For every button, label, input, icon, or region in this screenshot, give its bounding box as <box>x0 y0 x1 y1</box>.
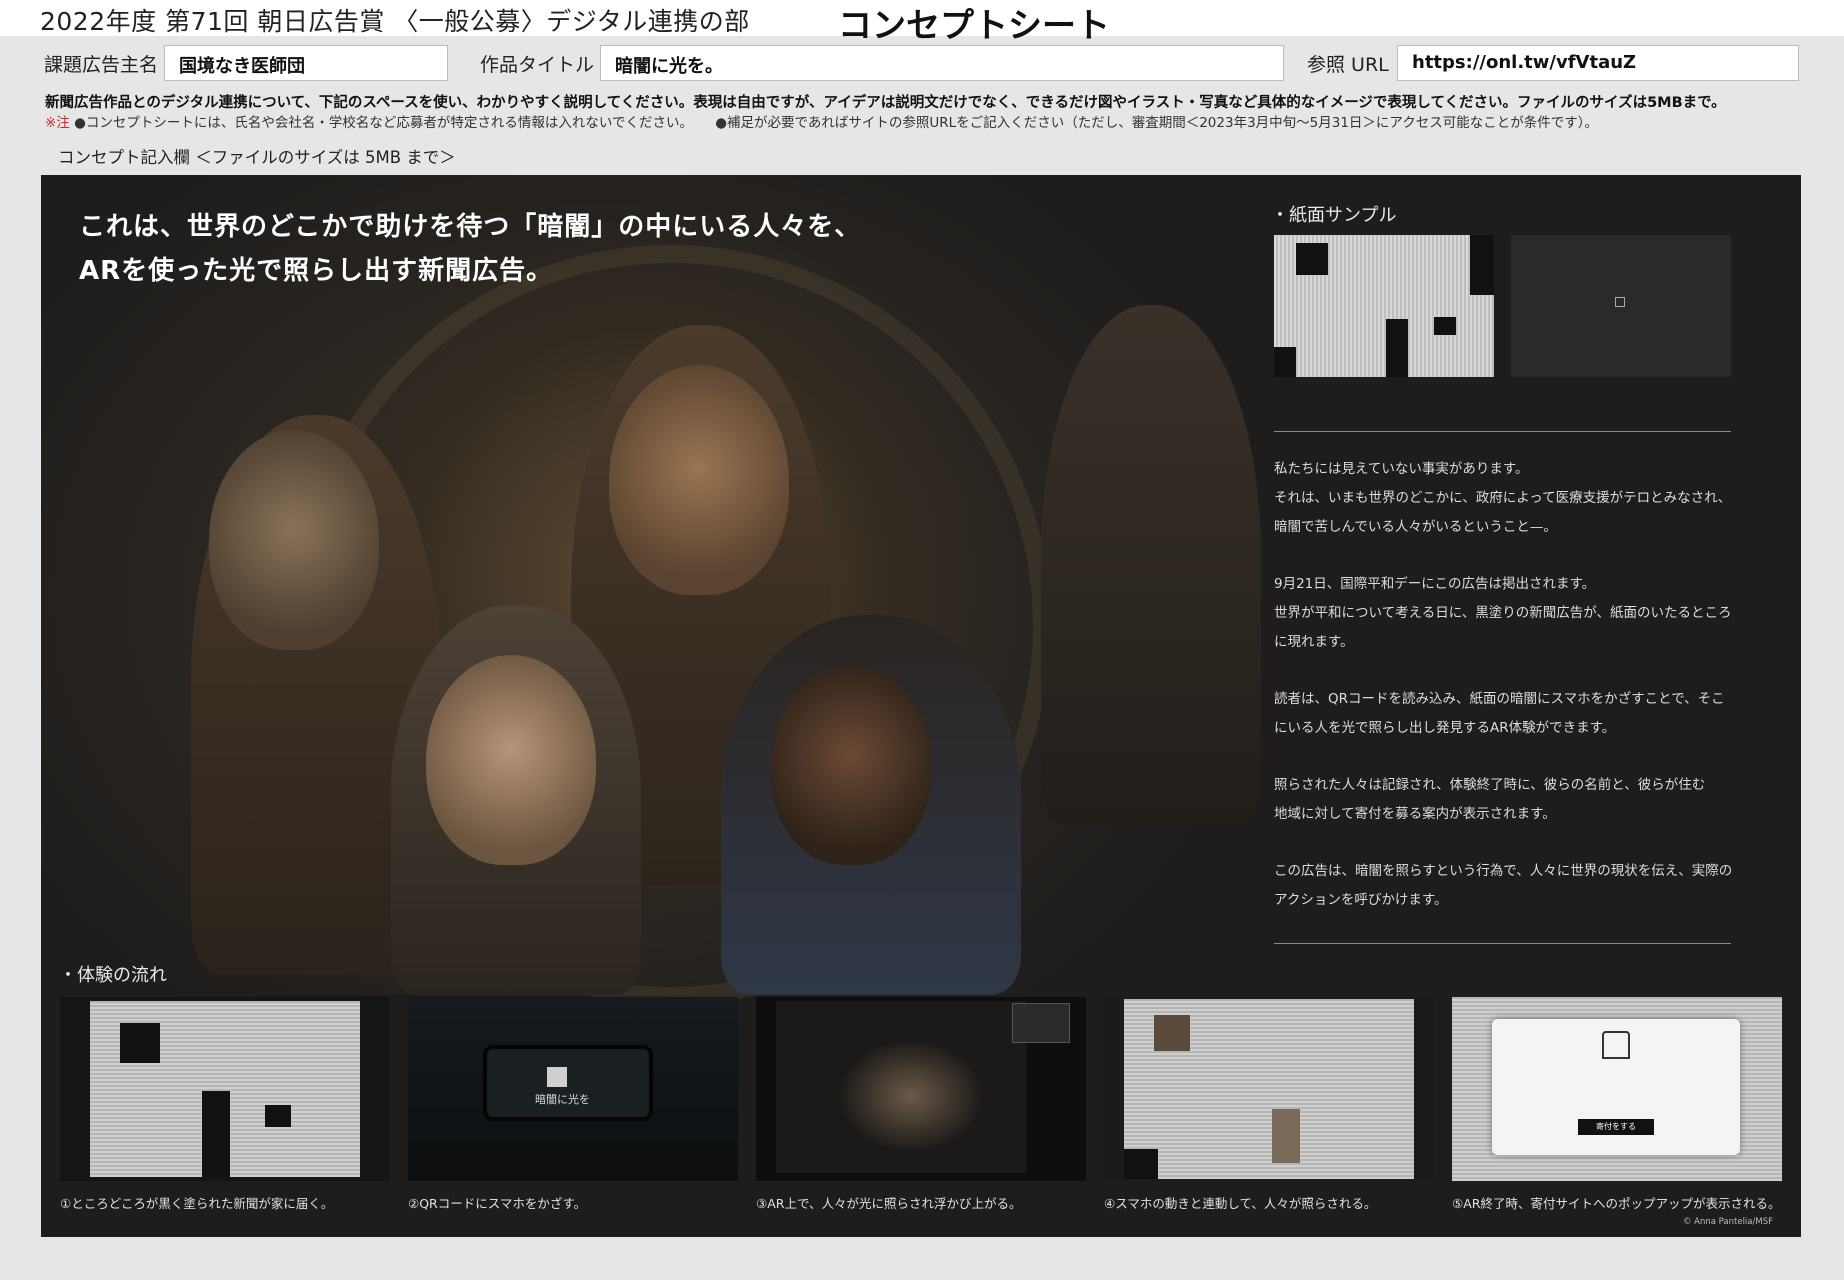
ar-illuminated-scene <box>776 1001 1026 1173</box>
description: 私たちには見えていない事実があります。 それは、いまも世界のどこかに、政府によっ… <box>1274 455 1744 943</box>
step-5-image: 寄付をする <box>1452 997 1782 1181</box>
step-4-caption: ④スマホの動きと連動して、人々が照らされる。 <box>1104 1196 1377 1211</box>
black-block <box>1124 1149 1158 1179</box>
step-2-image: 暗闇に光を <box>408 997 738 1181</box>
black-block <box>265 1105 291 1127</box>
description-line: 読者は、QRコードを読み込み、紙面の暗闇にスマホをかざすことで、そこ <box>1274 691 1725 707</box>
black-block <box>202 1091 230 1177</box>
headline-line-2: ARを使った光で照らし出す新聞広告。 <box>79 256 554 286</box>
blackout-sample-page <box>1511 235 1731 377</box>
black-block <box>120 1023 160 1063</box>
donation-popup: 寄付をする <box>1492 1019 1740 1155</box>
headline-line-1: これは、世界のどこかで助けを待つ「暗闇」の中にいる人々を、 <box>79 212 862 242</box>
phone-inset <box>1012 1003 1070 1043</box>
woman-face <box>209 430 379 650</box>
black-block <box>1470 235 1494 295</box>
smartphone: 暗闇に光を <box>483 1045 653 1121</box>
note-1: ●コンセプトシートには、氏名や会社名・学校名など応募者が特定される情報は入れない… <box>74 115 693 131</box>
note-2: ●補足が必要であればサイトの参照URLをご記入ください（ただし、審査期間＜202… <box>715 115 1598 131</box>
step-3-image <box>756 997 1086 1181</box>
notes: ※注 ●コンセプトシートには、氏名や会社名・学校名など応募者が特定される情報は入… <box>45 111 1835 131</box>
description-line: にいる人を光で照らし出し発見するAR体験ができます。 <box>1274 720 1616 736</box>
sample-title: ・紙面サンプル <box>1271 205 1397 226</box>
sheet-title: 2022年度 第71回 朝日広告賞 〈一般公募〉デジタル連携の部 <box>40 7 750 36</box>
work-title-label: 作品タイトル <box>480 54 595 76</box>
black-block <box>1296 243 1328 275</box>
flow-step-4: ④スマホの動きと連動して、人々が照らされる。 <box>1104 997 1434 1212</box>
header-bar: 2022年度 第71回 朝日広告賞 〈一般公募〉デジタル連携の部 コンセプトシー… <box>0 0 1844 46</box>
description-line: 9月21日、国際平和デーにこの広告は掲出されます。 <box>1274 576 1596 592</box>
flow-step-3: ③AR上で、人々が光に照らされ浮かび上がる。 <box>756 997 1086 1212</box>
reference-url-label: 参照 URL <box>1307 54 1389 76</box>
girl-face <box>609 365 789 595</box>
description-line: 照らされた人々は記録され、体験終了時に、彼らの名前と、彼らが住む <box>1274 777 1706 793</box>
divider-bottom <box>1274 943 1731 944</box>
flow-step-1: ①ところどころが黒く塗られた新聞が家に届く。 <box>60 997 390 1212</box>
description-line: 暗闇で苦しんでいる人々がいるということ—。 <box>1274 519 1557 535</box>
step-3-caption: ③AR上で、人々が光に照らされ浮かび上がる。 <box>756 1196 1022 1211</box>
instruction-text: 新聞広告作品とのデジタル連携について、下記のスペースを使い、わかりやすく説明して… <box>45 95 1726 111</box>
logo-mark-icon <box>1615 297 1625 307</box>
photo-patch <box>1272 1109 1300 1163</box>
description-line: それは、いまも世界のどこかに、政府によって医療支援がテロとみなされ、 <box>1274 490 1732 506</box>
qr-code-icon <box>547 1067 567 1087</box>
black-block <box>1386 319 1408 377</box>
headline: これは、世界のどこかで助けを待つ「暗闇」の中にいる人々を、 ARを使った光で照ら… <box>79 205 861 293</box>
flow-title: ・体験の流れ <box>59 965 167 986</box>
divider-top <box>1274 431 1731 432</box>
advertiser-label: 課題広告主名 <box>44 54 159 76</box>
flow-step-2: 暗闇に光を ②QRコードにスマホをかざす。 <box>408 997 738 1212</box>
description-line: アクションを呼びかけます。 <box>1274 892 1448 908</box>
boy-face <box>426 655 596 865</box>
concept-area-label: コンセプト記入欄 ＜ファイルのサイズは 5MB まで＞ <box>58 148 456 167</box>
flow-step-5: 寄付をする ⑤AR終了時、寄付サイトへのポップアップが表示される。 <box>1452 997 1782 1212</box>
donate-button[interactable]: 寄付をする <box>1578 1119 1654 1135</box>
description-line: 地域に対して寄付を募る案内が表示されます。 <box>1274 806 1556 822</box>
description-line: 私たちには見えていない事実があります。 <box>1274 461 1529 477</box>
step-4-image <box>1104 997 1434 1181</box>
photo-credit: © Anna Pantelia/MSF <box>1682 1217 1773 1227</box>
child-face <box>771 665 931 865</box>
step-1-caption: ①ところどころが黒く塗られた新聞が家に届く。 <box>60 1196 334 1211</box>
photo-patch <box>1154 1015 1190 1051</box>
description-line: に現れます。 <box>1274 634 1354 650</box>
advertiser-field[interactable]: 国境なき医師団 <box>164 45 448 81</box>
work-title-field[interactable]: 暗闇に光を。 <box>600 45 1284 81</box>
black-block <box>1434 317 1456 335</box>
key-visual-photo: これは、世界のどこかで助けを待つ「暗闇」の中にいる人々を、 ARを使った光で照ら… <box>41 175 1311 1005</box>
newspaper-illustration <box>1124 999 1414 1179</box>
concept-sheet-heading: コンセプトシート <box>838 6 1110 46</box>
step-5-caption: ⑤AR終了時、寄付サイトへのポップアップが表示される。 <box>1452 1196 1781 1211</box>
newspaper-illustration <box>90 1001 360 1177</box>
description-line: 世界が平和について考える日に、黒塗りの新聞広告が、紙面のいたるところ <box>1274 605 1732 621</box>
msf-logo-icon <box>1602 1031 1630 1059</box>
concept-panel: これは、世界のどこかで助けを待つ「暗闇」の中にいる人々を、 ARを使った光で照ら… <box>41 175 1801 1237</box>
step-1-image <box>60 997 390 1181</box>
note-mark: ※注 <box>45 115 70 131</box>
reference-url-field[interactable]: https://onl.tw/vfVtauZ <box>1397 45 1799 81</box>
black-block <box>1274 347 1296 377</box>
description-line: この広告は、暗闇を照らすという行為で、人々に世界の現状を伝え、実際の <box>1274 863 1733 879</box>
newspaper-sample-spread <box>1274 235 1494 377</box>
man-figure <box>1041 305 1261 825</box>
step-2-caption: ②QRコードにスマホをかざす。 <box>408 1196 587 1211</box>
phone-screen-text: 暗闇に光を <box>535 1093 590 1106</box>
